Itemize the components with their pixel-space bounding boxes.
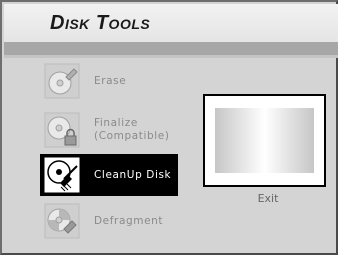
disc-erase-icon (44, 63, 80, 99)
menu-item-cleanup-disk[interactable]: CleanUp Disk (40, 154, 178, 196)
header-band (4, 42, 338, 55)
disc-lock-icon (44, 112, 80, 148)
disc-defragment-icon (44, 203, 80, 239)
disc-cleanup-icon (44, 157, 80, 193)
dialog-frame: Disk Tools Erase Finalize (Compatible) C… (0, 0, 338, 255)
menu-item-label: Defragment (94, 214, 164, 227)
preview-panel (203, 94, 326, 187)
page-title: Disk Tools (50, 12, 151, 34)
menu-item-finalize[interactable]: Finalize (Compatible) (40, 106, 178, 154)
menu-item-label: Finalize (Compatible) (94, 117, 170, 142)
exit-button[interactable]: Exit (248, 192, 288, 205)
preview-image (215, 108, 314, 173)
menu-item-defragment[interactable]: Defragment (40, 200, 178, 242)
header-band-shadow (4, 55, 338, 58)
menu-item-label: Erase (94, 74, 127, 87)
menu-item-label: CleanUp Disk (94, 168, 172, 181)
header-bar: Disk Tools (4, 4, 338, 44)
menu-item-erase[interactable]: Erase (40, 60, 178, 102)
